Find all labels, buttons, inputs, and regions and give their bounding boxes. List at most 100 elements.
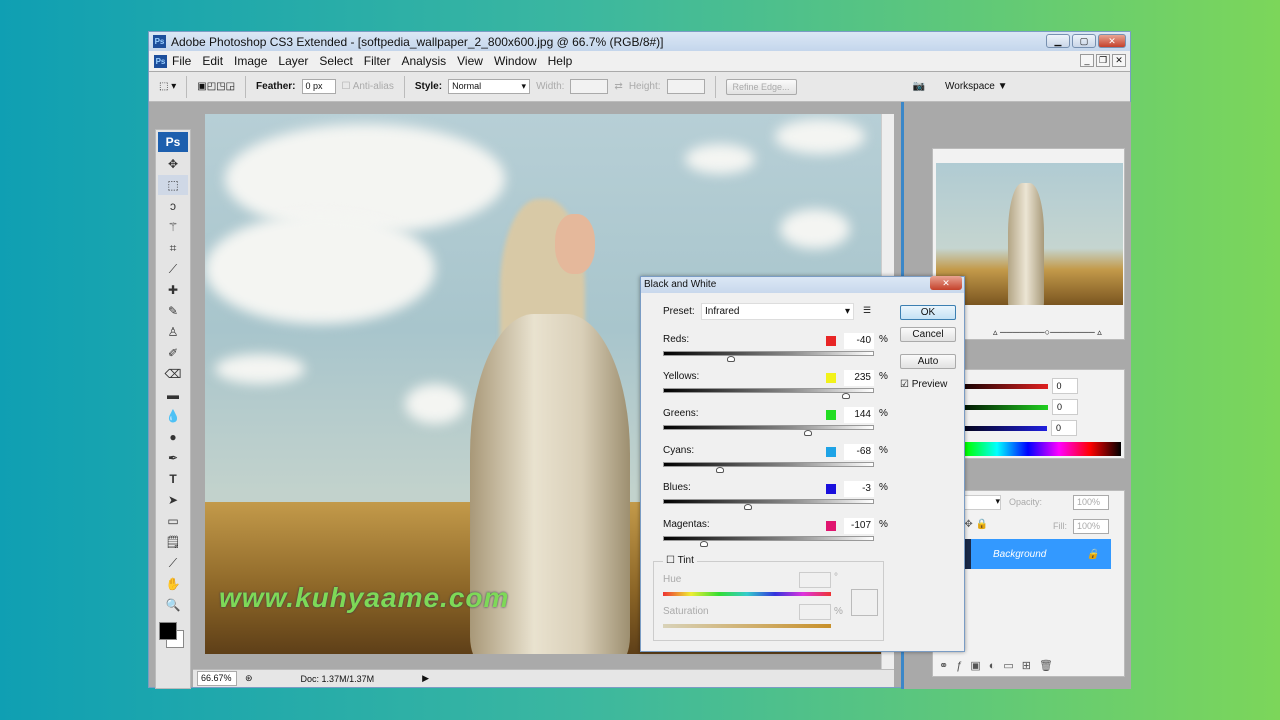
tint-checkbox[interactable]: ☐ Tint	[663, 555, 697, 566]
menu-bar: Ps File Edit Image Layer Select Filter A…	[149, 51, 1130, 71]
slider-value-input[interactable]: 144	[844, 407, 874, 423]
slider-thumb[interactable]	[699, 541, 708, 547]
healing-brush-tool-icon[interactable]: ✚	[158, 280, 188, 300]
marquee-preset-icon[interactable]: ⬚ ▾	[159, 81, 176, 92]
eyedropper-tool-icon[interactable]: ⟋	[158, 553, 188, 573]
eraser-tool-icon[interactable]: ⌫	[158, 364, 188, 384]
color-swatches[interactable]	[156, 616, 190, 656]
preset-select[interactable]: Infrared ▾	[701, 303, 854, 320]
close-button[interactable]: ✕	[1098, 34, 1126, 48]
slider-value-input[interactable]: 235	[844, 370, 874, 386]
menu-filter[interactable]: Filter	[364, 54, 391, 68]
color-slider[interactable]	[663, 351, 874, 362]
marquee-tool-icon[interactable]: ⬚	[158, 175, 188, 195]
fill-input[interactable]: 100%	[1073, 519, 1109, 534]
hand-tool-icon[interactable]: ✋	[158, 574, 188, 594]
width-input[interactable]	[570, 79, 609, 94]
type-tool-icon[interactable]: T	[158, 469, 188, 489]
menu-edit[interactable]: Edit	[202, 54, 223, 68]
layer-background[interactable]: Background 🔒	[971, 539, 1111, 569]
status-menu-arrow[interactable]: ▶	[422, 673, 429, 684]
percent-label: %	[879, 445, 888, 456]
path-selection-tool-icon[interactable]: ➤	[158, 490, 188, 510]
lasso-tool-icon[interactable]: ↄ	[158, 196, 188, 216]
menu-help[interactable]: Help	[548, 54, 573, 68]
gradient-tool-icon[interactable]: ▬	[158, 385, 188, 405]
color-swatch	[826, 410, 836, 420]
workspace-icon[interactable]: 📷	[913, 81, 925, 92]
slider-value-input[interactable]: -40	[844, 333, 874, 349]
color-swatch	[826, 447, 836, 457]
dialog-close-button[interactable]: ✕	[930, 276, 962, 290]
green-value[interactable]: 0	[1052, 399, 1079, 415]
refine-edge-button[interactable]: Refine Edge...	[725, 78, 797, 95]
color-swatch	[826, 336, 836, 346]
doc-size: Doc: 1.37M/1.37M	[300, 673, 375, 684]
preset-options-icon[interactable]: ☰	[863, 305, 871, 316]
height-input[interactable]	[666, 79, 705, 94]
zoom-level-input[interactable]: 66.67%	[197, 671, 237, 686]
blue-slider[interactable]	[953, 425, 1048, 431]
dodge-tool-icon[interactable]: ●	[158, 427, 188, 447]
move-tool-icon[interactable]: ✥	[158, 154, 188, 174]
menu-file[interactable]: File	[172, 54, 191, 68]
selection-mode-icons[interactable]: ▣◰◳◲	[197, 81, 235, 92]
feather-input[interactable]: 0 px	[301, 79, 336, 94]
menu-analysis[interactable]: Analysis	[401, 54, 446, 68]
red-value[interactable]: 0	[1051, 378, 1078, 394]
blur-tool-icon[interactable]: 💧	[158, 406, 188, 426]
layer-actions[interactable]: ⚭ƒ▣◐▭⊞🗑	[939, 659, 1061, 672]
status-info-icon[interactable]: ⊛	[245, 673, 253, 684]
hue-input	[799, 572, 831, 588]
style-select[interactable]: Normal ▾	[448, 79, 531, 94]
green-slider[interactable]	[954, 404, 1049, 410]
history-brush-tool-icon[interactable]: ✐	[158, 343, 188, 363]
slice-tool-icon[interactable]: ⟋	[158, 259, 188, 279]
color-slider[interactable]	[663, 425, 874, 436]
menu-window[interactable]: Window	[494, 54, 537, 68]
slider-value-input[interactable]: -107	[844, 518, 874, 534]
crop-tool-icon[interactable]: ⌗	[158, 238, 188, 258]
minimize-button[interactable]: ▁	[1046, 34, 1070, 48]
slider-value-input[interactable]: -3	[844, 481, 874, 497]
brush-tool-icon[interactable]: ✎	[158, 301, 188, 321]
menu-select[interactable]: Select	[319, 54, 352, 68]
anti-alias-checkbox[interactable]: ☐ Anti-alias	[342, 81, 394, 92]
color-slider[interactable]	[663, 388, 874, 399]
red-slider[interactable]	[953, 383, 1048, 389]
preset-label: Preset:	[663, 306, 695, 317]
workspace-button[interactable]: Workspace ▼	[945, 81, 1008, 92]
doc-restore-button[interactable]: ❐	[1096, 54, 1110, 67]
slider-thumb[interactable]	[716, 467, 725, 473]
slider-thumb[interactable]	[841, 393, 850, 399]
cancel-button[interactable]: Cancel	[900, 327, 956, 342]
zoom-tool-icon[interactable]: 🔍	[158, 595, 188, 615]
doc-minimize-button[interactable]: _	[1080, 54, 1094, 67]
width-label: Width:	[536, 81, 565, 92]
slider-label: Cyans:	[663, 445, 695, 456]
slider-thumb[interactable]	[743, 504, 752, 510]
menu-layer[interactable]: Layer	[278, 54, 308, 68]
auto-button[interactable]: Auto	[900, 354, 956, 369]
navigator-zoom-slider[interactable]: ▵ ───────○─────── ▵	[993, 327, 1102, 338]
menu-view[interactable]: View	[457, 54, 483, 68]
menu-image[interactable]: Image	[234, 54, 267, 68]
ok-button[interactable]: OK	[900, 305, 956, 320]
color-slider[interactable]	[663, 499, 874, 510]
maximize-button[interactable]: ▢	[1072, 34, 1096, 48]
clone-stamp-tool-icon[interactable]: ♙	[158, 322, 188, 342]
slider-thumb[interactable]	[804, 430, 813, 436]
slider-thumb[interactable]	[726, 356, 735, 362]
color-slider[interactable]	[663, 462, 874, 473]
pen-tool-icon[interactable]: ✒	[158, 448, 188, 468]
opacity-input[interactable]: 100%	[1073, 495, 1109, 510]
color-slider[interactable]	[663, 536, 874, 547]
shape-tool-icon[interactable]: ▭	[158, 511, 188, 531]
doc-close-button[interactable]: ✕	[1112, 54, 1126, 67]
notes-tool-icon[interactable]: 🗒	[158, 532, 188, 552]
blue-value[interactable]: 0	[1051, 420, 1078, 436]
swap-icon[interactable]: ⇄	[614, 81, 622, 92]
magic-wand-tool-icon[interactable]: ⚚	[158, 217, 188, 237]
slider-value-input[interactable]: -68	[844, 444, 874, 460]
preview-checkbox[interactable]: ☑ Preview	[900, 379, 947, 390]
